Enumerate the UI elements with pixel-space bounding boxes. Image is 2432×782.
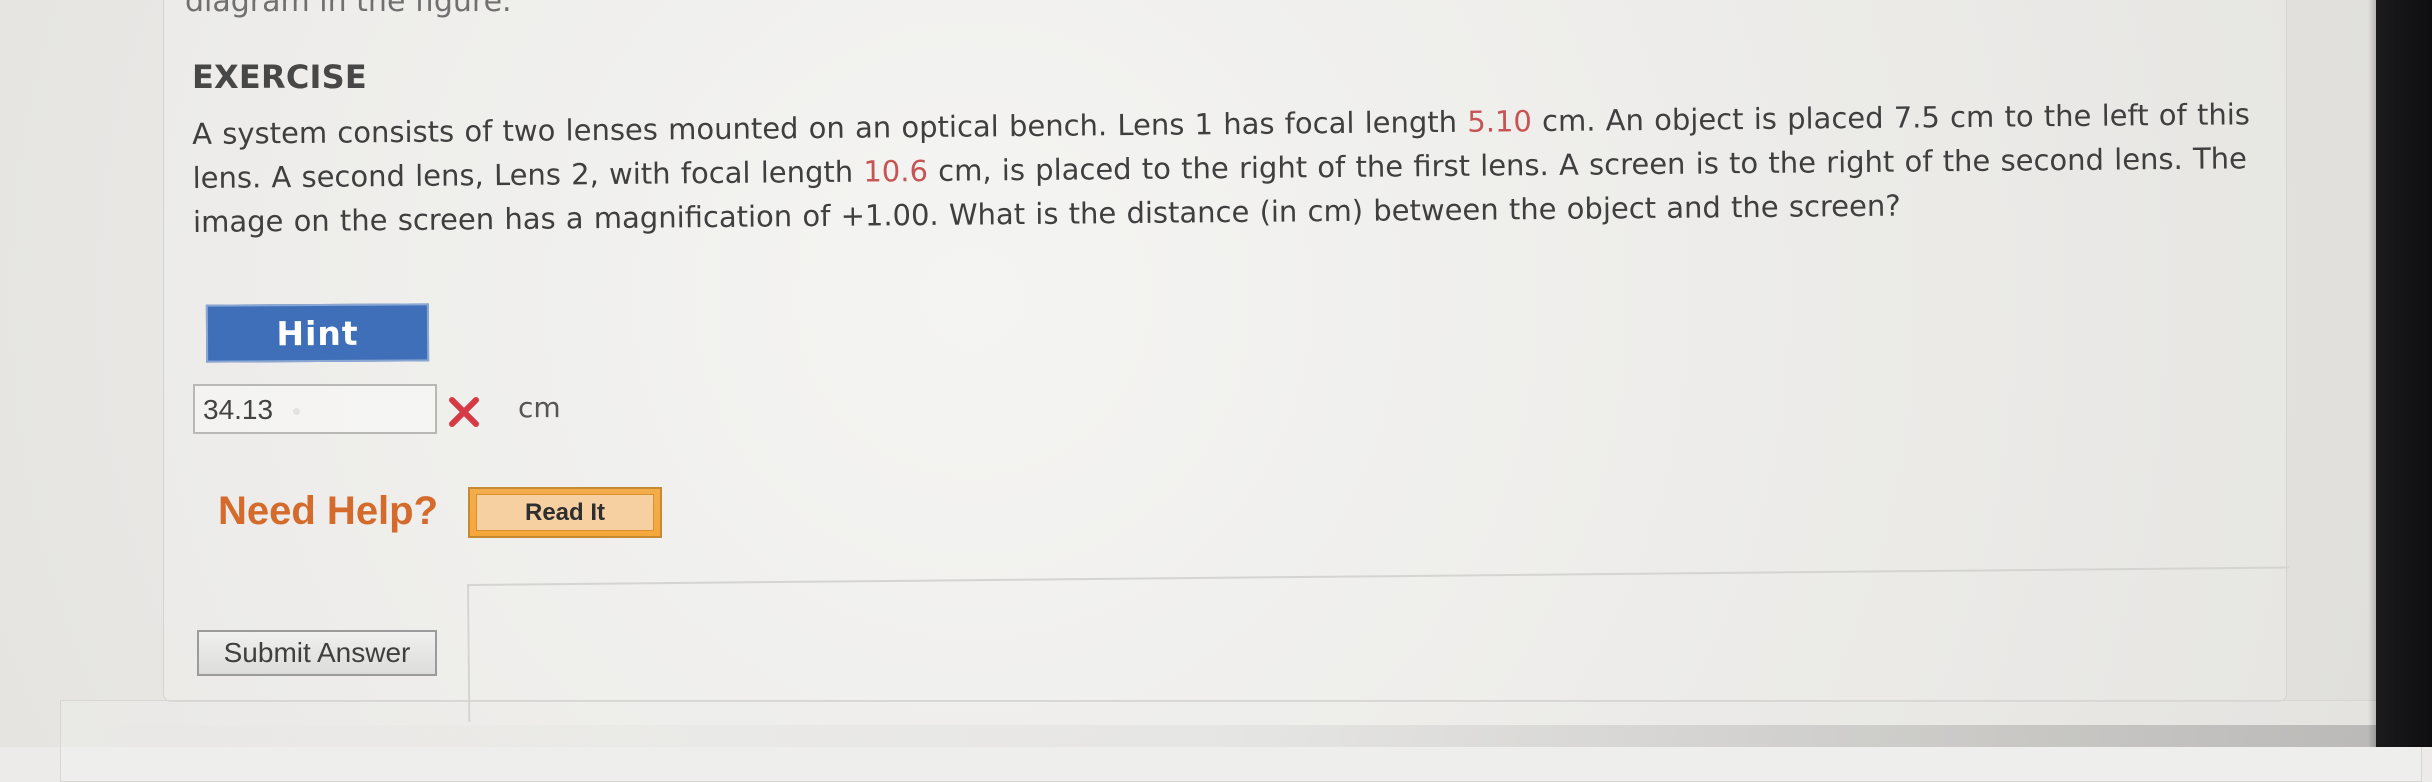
read-it-button[interactable]: Read It — [468, 487, 662, 538]
submit-answer-button[interactable]: Submit Answer — [197, 630, 437, 676]
lens1-focal-length: 5.10 — [1467, 104, 1533, 139]
exercise-title: EXERCISE — [192, 58, 367, 96]
bottom-shadow — [60, 725, 2380, 747]
x-mark-icon — [449, 397, 479, 427]
lens2-focal-length: 10.6 — [863, 153, 929, 189]
input-cursor-dot — [293, 408, 301, 416]
answer-input[interactable]: 34.13 — [193, 384, 437, 434]
unit-label: cm — [518, 391, 561, 424]
monitor-bezel — [2368, 0, 2432, 747]
response-area-outline — [467, 566, 2291, 722]
hint-button[interactable]: Hint — [205, 303, 430, 363]
answer-value: 34.13 — [203, 394, 274, 425]
question-text: A system consists of two lenses mounted … — [192, 92, 2253, 244]
read-it-label: Read It — [476, 494, 654, 531]
cutoff-header-text: diagram in the figure. — [185, 0, 512, 19]
need-help-label: Need Help? — [218, 489, 439, 533]
question-part-1: A system consists of two lenses mounted … — [192, 104, 1468, 151]
